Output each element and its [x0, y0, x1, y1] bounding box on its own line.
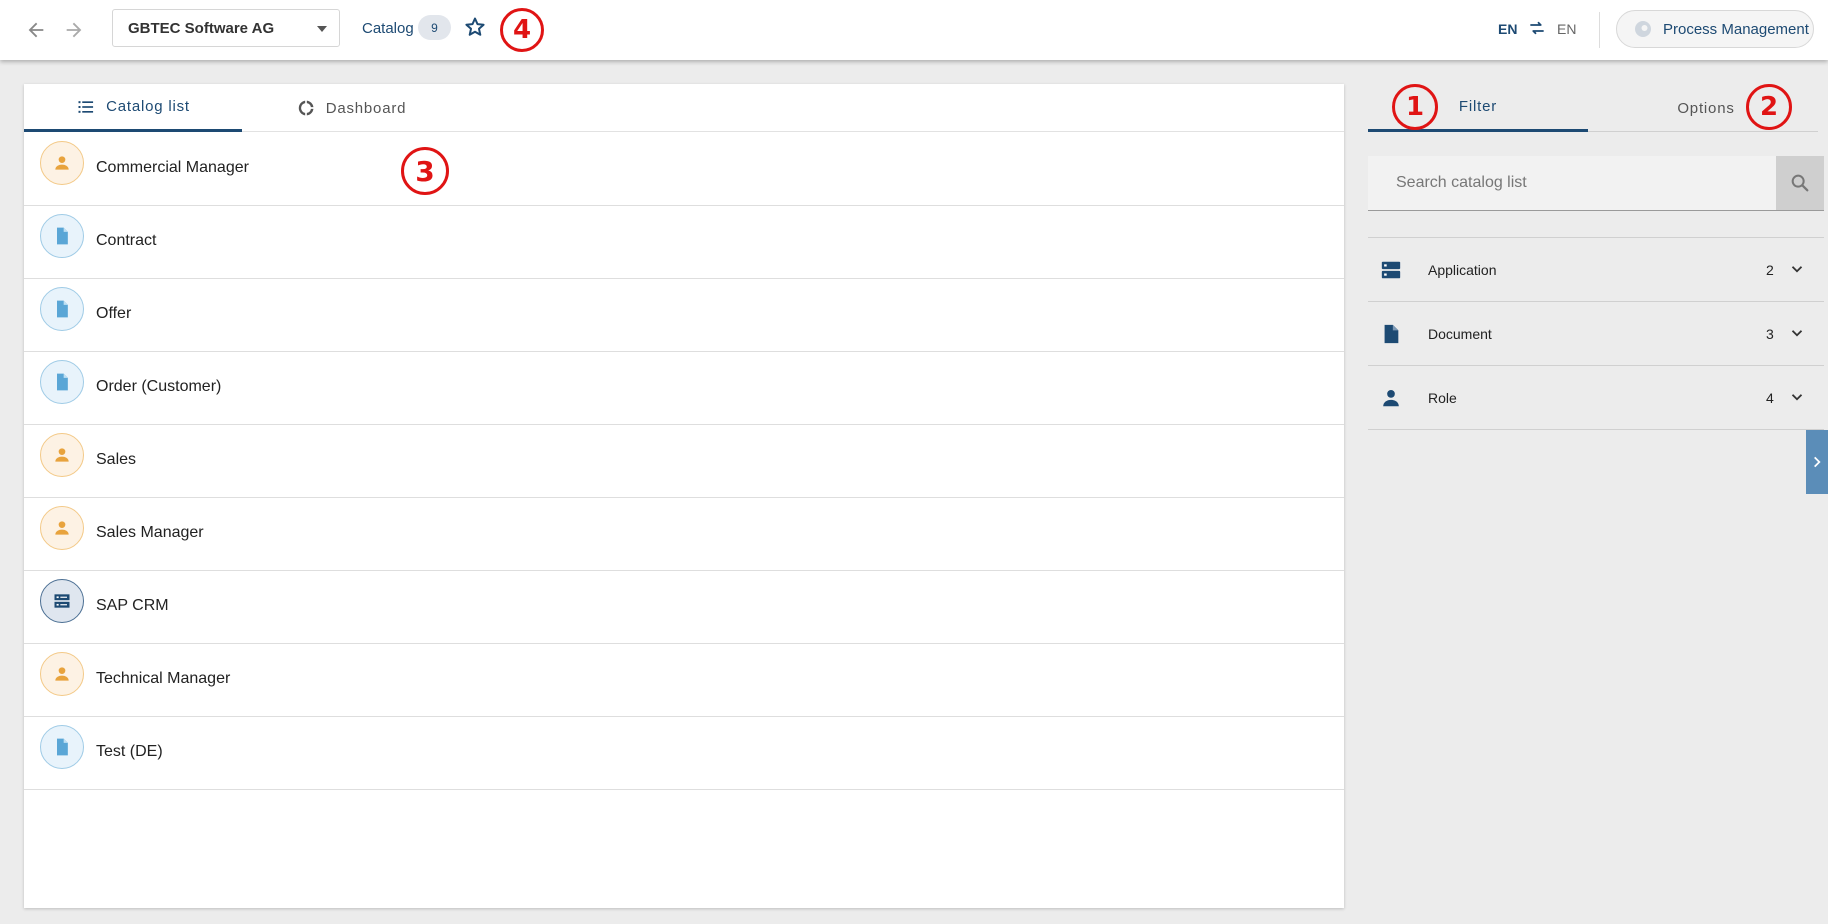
document-icon	[57, 373, 68, 391]
filter-label: Document	[1428, 326, 1492, 342]
company-select[interactable]: GBTEC Software AG	[112, 9, 340, 47]
filter-count: 3	[1766, 326, 1774, 342]
document-icon	[1384, 324, 1399, 344]
list-item-label: Contract	[96, 232, 157, 249]
filter-count: 2	[1766, 262, 1774, 278]
sidebar-collapse-toggle[interactable]	[1806, 430, 1828, 494]
document-icon	[57, 300, 68, 318]
arrow-left-icon	[28, 22, 44, 38]
filter-label: Application	[1428, 262, 1497, 278]
chevron-down-icon[interactable]	[1788, 388, 1806, 406]
list-item[interactable]: Sales Manager	[24, 498, 1344, 571]
list-item[interactable]: Technical Manager	[24, 644, 1344, 717]
back-button[interactable]	[18, 12, 54, 48]
arrow-right-icon	[66, 22, 82, 38]
application-icon	[54, 594, 70, 608]
tab-dashboard[interactable]: Dashboard	[242, 84, 460, 132]
list-item[interactable]: Sales	[24, 425, 1344, 498]
catalog-panel: Catalog list Dashboard Commercial Manage…	[24, 84, 1344, 908]
chevron-down-icon[interactable]	[1788, 260, 1806, 278]
top-bar: GBTEC Software AG Catalog 9 4 EN EN Proc…	[0, 0, 1828, 60]
search-button[interactable]	[1776, 156, 1824, 210]
annotation-marker-3: 3	[401, 147, 449, 195]
document-avatar	[40, 214, 84, 258]
process-management-label: Process Management	[1663, 20, 1809, 38]
list-item-label: Order (Customer)	[96, 378, 222, 395]
topbar-divider	[1599, 12, 1600, 48]
person-icon	[55, 667, 69, 681]
role-avatar	[40, 141, 84, 185]
list-item[interactable]: Order (Customer)	[24, 352, 1344, 425]
list-item[interactable]: Contract	[24, 206, 1344, 279]
tab-catalog-list[interactable]: Catalog list	[24, 84, 242, 132]
chevron-right-icon	[1814, 456, 1821, 468]
catalog-breadcrumb[interactable]: Catalog	[362, 20, 414, 37]
list-item-label: Commercial Manager	[96, 159, 249, 176]
forward-button[interactable]	[56, 12, 92, 48]
filter-row-application[interactable]: Application 2	[1368, 238, 1824, 302]
search-box	[1368, 156, 1824, 211]
role-avatar	[40, 506, 84, 550]
document-avatar	[40, 287, 84, 331]
list-item-label: Test (DE)	[96, 743, 163, 760]
filter-list: Application 2 Document 3 Role 4	[1368, 237, 1824, 430]
person-icon	[55, 448, 69, 462]
filter-label: Role	[1428, 390, 1457, 406]
tab-dashboard-label: Dashboard	[325, 99, 407, 117]
filter-tabs: Filter Options 1 2	[1368, 84, 1818, 132]
person-icon	[1383, 390, 1399, 407]
list-item-label: Technical Manager	[96, 670, 231, 687]
filter-row-role[interactable]: Role 4	[1368, 366, 1824, 430]
document-avatar	[40, 360, 84, 404]
list-icon	[78, 100, 94, 113]
document-icon	[57, 738, 68, 756]
catalog-list: Commercial Manager 3 Contract Offer Orde…	[24, 133, 1344, 790]
document-icon	[57, 227, 68, 245]
person-icon	[55, 521, 69, 535]
catalog-count-badge: 9	[418, 15, 451, 40]
annotation-marker-4: 4	[500, 8, 544, 52]
filter-count: 4	[1766, 390, 1774, 406]
document-avatar	[40, 725, 84, 769]
chevron-down-icon	[317, 26, 327, 32]
language-to[interactable]: EN	[1557, 21, 1576, 37]
search-input[interactable]	[1368, 156, 1776, 210]
application-avatar	[40, 579, 84, 623]
list-item-label: SAP CRM	[96, 597, 169, 614]
tab-options-label: Options	[1677, 99, 1735, 117]
process-management-button[interactable]: Process Management	[1616, 10, 1814, 48]
company-select-value: GBTEC Software AG	[128, 19, 275, 37]
process-management-logo-icon	[1635, 21, 1651, 37]
language-from[interactable]: EN	[1498, 21, 1517, 37]
main-tabs: Catalog list Dashboard	[24, 84, 1344, 132]
tab-filter-label: Filter	[1458, 98, 1498, 115]
person-icon	[55, 156, 69, 170]
list-item[interactable]: Offer	[24, 279, 1344, 352]
annotation-marker-2: 2	[1746, 84, 1792, 130]
star-outline-icon[interactable]	[463, 15, 487, 39]
dashboard-ring-icon	[298, 100, 314, 116]
list-item[interactable]: Commercial Manager 3	[24, 133, 1344, 206]
list-item[interactable]: Test (DE)	[24, 717, 1344, 790]
tab-catalog-list-label: Catalog list	[106, 98, 190, 115]
role-avatar	[40, 433, 84, 477]
chevron-down-icon[interactable]	[1788, 324, 1806, 342]
application-icon	[1381, 261, 1401, 279]
swap-icon[interactable]	[1528, 19, 1546, 37]
list-item-label: Sales Manager	[96, 524, 204, 541]
list-item[interactable]: SAP CRM	[24, 571, 1344, 644]
search-icon	[1791, 174, 1809, 192]
role-avatar	[40, 652, 84, 696]
list-item-label: Offer	[96, 305, 132, 322]
annotation-marker-1: 1	[1392, 84, 1438, 130]
list-item-label: Sales	[96, 451, 137, 468]
filter-row-document[interactable]: Document 3	[1368, 302, 1824, 366]
